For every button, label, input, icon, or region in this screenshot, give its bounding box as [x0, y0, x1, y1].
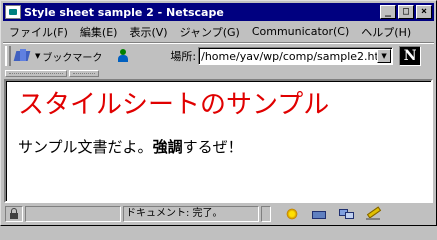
- netscape-app-icon[interactable]: [5, 5, 21, 19]
- page-content: スタイルシートのサンプル サンプル文書だよ。強調するぜ！: [4, 79, 433, 203]
- location-toolbar: ▼ ブックマーク 場所: /home/yav/wp/comp/sample2.h…: [3, 44, 434, 68]
- paragraph-text: サンプル文書だよ。: [18, 138, 153, 156]
- menu-communicator[interactable]: Communicator(C): [246, 25, 355, 38]
- location-input[interactable]: /home/yav/wp/comp/sample2.html: [199, 50, 377, 63]
- progress-bar: [25, 206, 121, 222]
- browser-window: Style sheet sample 2 - Netscape _ □ × ファ…: [0, 0, 437, 226]
- component-bar: [275, 207, 383, 221]
- status-divider: [261, 206, 271, 222]
- toolbar-grip[interactable]: [5, 46, 11, 66]
- maximize-button[interactable]: □: [398, 5, 414, 19]
- navigation-toolbar-tab[interactable]: [5, 70, 67, 77]
- chevron-down-icon: ▼: [35, 52, 41, 60]
- collapsed-toolbar-tabs: [3, 69, 434, 78]
- location-dropdown-button[interactable]: ▼: [377, 49, 392, 63]
- location-label: 場所:: [170, 50, 197, 63]
- minimize-button[interactable]: _: [380, 5, 396, 19]
- lock-icon[interactable]: [5, 206, 23, 222]
- bookmarks-label: ブックマーク: [42, 52, 103, 64]
- navigator-icon[interactable]: [284, 207, 302, 221]
- close-button[interactable]: ×: [416, 5, 432, 19]
- bookmarks-button[interactable]: ▼ ブックマーク: [15, 49, 102, 64]
- mail-icon[interactable]: [311, 207, 329, 221]
- location-field[interactable]: /home/yav/wp/comp/sample2.html ▼: [198, 47, 394, 65]
- menu-bar: ファイル(F) 編集(E) 表示(V) ジャンプ(G) Communicator…: [3, 22, 434, 41]
- composer-icon[interactable]: [365, 207, 383, 221]
- emphasis-text: 強調: [152, 138, 183, 156]
- menu-file[interactable]: ファイル(F): [3, 24, 74, 40]
- discussion-icon[interactable]: [338, 207, 356, 221]
- bookmark-icon: [15, 49, 33, 63]
- title-bar[interactable]: Style sheet sample 2 - Netscape _ □ ×: [3, 3, 434, 21]
- menu-help[interactable]: ヘルプ(H): [355, 24, 417, 40]
- location-toolbar-tab[interactable]: [69, 70, 99, 77]
- menu-go[interactable]: ジャンプ(G): [174, 24, 246, 40]
- status-text: ドキュメント: 完了。: [123, 206, 259, 222]
- body-paragraph: サンプル文書だよ。強調するぜ！: [18, 136, 243, 157]
- window-controls: _ □ ×: [378, 5, 432, 19]
- menu-edit[interactable]: 編集(E): [74, 24, 124, 40]
- page-proxy-icon[interactable]: [116, 49, 130, 63]
- paragraph-text-end: するぜ！: [182, 138, 243, 156]
- page-heading: スタイルシートのサンプル: [18, 90, 330, 120]
- window-title: Style sheet sample 2 - Netscape: [24, 5, 224, 19]
- menu-view[interactable]: 表示(V): [123, 24, 173, 40]
- status-bar: ドキュメント: 完了。: [3, 205, 434, 223]
- netscape-logo[interactable]: N: [399, 46, 422, 66]
